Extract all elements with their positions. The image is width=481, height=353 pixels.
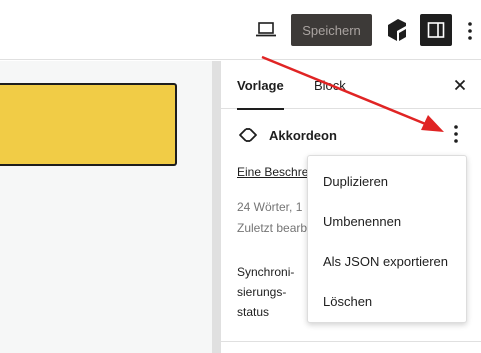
close-icon[interactable] <box>451 76 469 94</box>
block-header: Akkordeon <box>237 123 337 147</box>
block-title: Akkordeon <box>269 127 337 143</box>
menu-item-export-json[interactable]: Als JSON exportieren <box>323 251 448 271</box>
last-edited: Zuletzt bearb <box>237 221 308 235</box>
options-menu: Duplizieren Umbenennen Als JSON exportie… <box>307 155 467 323</box>
menu-item-rename[interactable]: Umbenennen <box>323 211 401 231</box>
laptop-icon[interactable] <box>255 20 277 40</box>
vertical-dots-icon[interactable] <box>466 20 474 42</box>
sidebar-toggle-icon[interactable] <box>420 14 452 46</box>
selected-yellow-block[interactable] <box>0 83 177 166</box>
sync-status-label: Synchroni- sierungs- status <box>237 265 295 319</box>
editor-toolbar: Speichern <box>0 0 481 60</box>
block-options-icon[interactable] <box>451 123 461 145</box>
save-button[interactable]: Speichern <box>291 14 372 46</box>
tab-block[interactable]: Block <box>314 61 346 109</box>
menu-item-duplicate[interactable]: Duplizieren <box>323 171 388 191</box>
accordion-chevrons-icon <box>237 126 259 144</box>
canvas-content <box>0 61 212 353</box>
description-link[interactable]: Eine Beschre <box>237 165 308 179</box>
divider <box>221 341 481 342</box>
word-count: 24 Wörter, 1 <box>237 200 303 214</box>
menu-item-delete[interactable]: Löschen <box>323 291 372 311</box>
tab-vorlage[interactable]: Vorlage <box>237 61 284 110</box>
editor-canvas <box>0 61 220 353</box>
plugin-logo-icon[interactable] <box>386 17 408 43</box>
sidebar-tabs: Vorlage Block <box>221 61 481 110</box>
